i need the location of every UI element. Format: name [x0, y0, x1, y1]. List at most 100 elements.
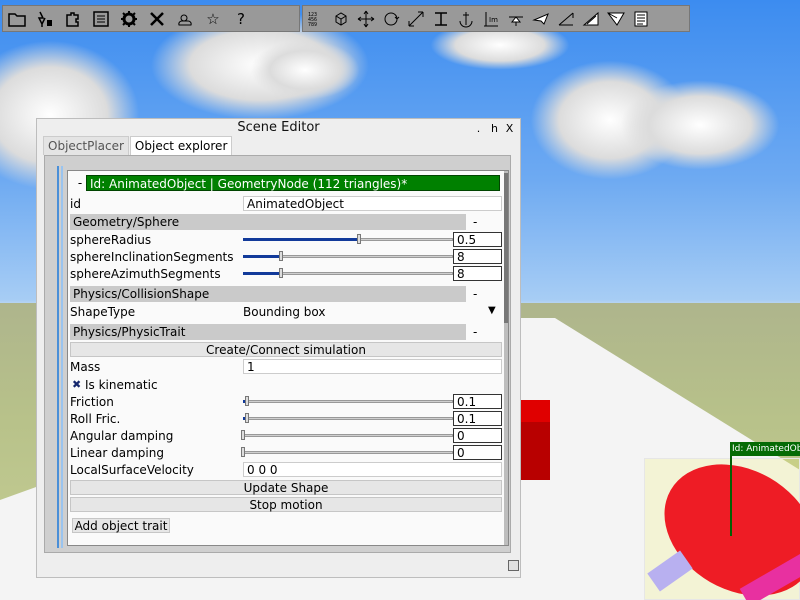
collision-section-header[interactable]: Physics/CollisionShape	[70, 286, 466, 302]
sphere-inclination-field[interactable]: 8	[453, 249, 502, 264]
surface-velocity-field[interactable]: 0 0 0	[243, 462, 502, 477]
sphere-radius-field[interactable]: 0.5	[453, 232, 502, 247]
svg-text:789: 789	[308, 22, 317, 28]
surface-velocity-label: LocalSurfaceVelocity	[70, 463, 194, 477]
chevron-down-icon[interactable]: ▼	[488, 305, 496, 316]
tree-line	[57, 166, 59, 548]
tab-bar: ObjectPlacer Object explorer	[43, 136, 233, 155]
help-icon[interactable]: ?	[227, 8, 255, 30]
ground-icon[interactable]	[428, 8, 453, 30]
minimize-button[interactable]: .	[471, 121, 486, 136]
slider-knob[interactable]	[278, 268, 283, 278]
window-title: Scene Editor	[237, 120, 320, 135]
mass-label: Mass	[70, 360, 101, 374]
slider-track	[243, 451, 453, 454]
inspector: - Id: AnimatedObject | GeometryNode (112…	[67, 170, 509, 546]
tab-object-explorer[interactable]: Object explorer	[129, 136, 233, 155]
svg-text:Im: Im	[489, 16, 498, 24]
roll-friction-slider[interactable]	[243, 413, 453, 423]
tab-object-placer[interactable]: ObjectPlacer	[43, 136, 129, 155]
scrollbar-thumb[interactable]	[504, 173, 508, 323]
notes-icon[interactable]	[628, 8, 653, 30]
friction-label: Friction	[70, 395, 114, 409]
cube-icon[interactable]	[328, 8, 353, 30]
rotate-icon[interactable]	[378, 8, 403, 30]
slider-knob[interactable]	[241, 447, 245, 457]
physic-collapse-button[interactable]: -	[473, 324, 485, 340]
linear-damping-slider[interactable]	[241, 447, 453, 457]
stop-motion-button[interactable]: Stop motion	[70, 497, 502, 512]
slider-fill	[243, 255, 281, 258]
add-object-trait-button[interactable]: Add object trait	[72, 518, 170, 533]
physic-section-header[interactable]: Physics/PhysicTrait	[70, 324, 466, 340]
slider-track	[243, 417, 453, 420]
angular-damping-field[interactable]: 0	[453, 428, 502, 443]
cloud	[250, 40, 360, 100]
slider-knob[interactable]	[245, 413, 250, 423]
roll-friction-field[interactable]: 0.1	[453, 411, 502, 426]
move-icon[interactable]	[353, 8, 378, 30]
anchor-icon[interactable]	[453, 8, 478, 30]
ramp-icon[interactable]	[553, 8, 578, 30]
explorer-panel: - Id: AnimatedObject | GeometryNode (112…	[44, 155, 511, 553]
create-simulation-button[interactable]: Create/Connect simulation	[70, 342, 502, 357]
friction-slider[interactable]	[243, 396, 453, 406]
mass-field[interactable]: 1	[243, 359, 502, 374]
resize-grip-icon[interactable]	[508, 560, 519, 571]
sphere-azimuth-field[interactable]: 8	[453, 266, 502, 281]
tools-icon[interactable]	[143, 8, 171, 30]
angular-damping-slider[interactable]	[241, 430, 453, 440]
slider-track	[243, 434, 453, 437]
numbers-icon[interactable]: 123 456 789	[303, 8, 328, 30]
collapse-button[interactable]: -	[74, 175, 86, 191]
hide-button[interactable]: h	[487, 121, 502, 136]
sphere-radius-slider[interactable]	[243, 234, 453, 244]
slider-knob[interactable]	[245, 396, 250, 406]
id-label: id	[70, 197, 81, 211]
kinematic-label: Is kinematic	[85, 378, 158, 392]
kinematic-checkbox[interactable]: ✖	[72, 378, 81, 391]
linear-damping-label: Linear damping	[70, 446, 164, 460]
scrollbar[interactable]	[504, 171, 508, 545]
geometry-section-header[interactable]: Geometry/Sphere	[70, 214, 466, 230]
sphere-inclination-slider[interactable]	[243, 251, 453, 261]
list-icon[interactable]	[87, 8, 115, 30]
scene-object-pole	[730, 456, 732, 536]
cloud	[620, 80, 780, 170]
tree-line	[61, 166, 63, 548]
weather-icon[interactable]	[171, 8, 199, 30]
roll-friction-label: Roll Fric.	[70, 412, 121, 426]
folder-icon[interactable]	[3, 8, 31, 30]
scene-editor-window[interactable]: Scene Editor . h X ObjectPlacer Object e…	[36, 118, 521, 578]
sphere-inclination-label: sphereInclinationSegments	[70, 250, 234, 264]
text-icon[interactable]: Im	[478, 8, 503, 30]
angular-damping-label: Angular damping	[70, 429, 174, 443]
star-icon[interactable]: ☆	[199, 8, 227, 30]
sphere-radius-label: sphereRadius	[70, 233, 152, 247]
object-title[interactable]: Id: AnimatedObject | GeometryNode (112 t…	[86, 175, 500, 191]
slider-knob[interactable]	[356, 234, 361, 244]
wedge-icon[interactable]	[578, 8, 603, 30]
linear-damping-field[interactable]: 0	[453, 445, 502, 460]
tree-icon[interactable]	[31, 8, 59, 30]
sphere-azimuth-label: sphereAzimuthSegments	[70, 267, 221, 281]
collision-collapse-button[interactable]: -	[473, 286, 485, 302]
puzzle-icon[interactable]	[59, 8, 87, 30]
transform-toolbar: 123 456 789 Im	[302, 5, 690, 32]
shape-type-select[interactable]: Bounding box	[243, 304, 325, 320]
slider-knob[interactable]	[241, 430, 245, 440]
id-field[interactable]: AnimatedObject	[243, 196, 502, 211]
plane-icon[interactable]	[528, 8, 553, 30]
gear-icon[interactable]	[115, 8, 143, 30]
close-button[interactable]: X	[502, 121, 517, 136]
paper-plane-icon[interactable]	[603, 8, 628, 30]
slider-fill	[243, 272, 281, 275]
slider-knob[interactable]	[278, 251, 283, 261]
update-shape-button[interactable]: Update Shape	[70, 480, 502, 495]
friction-field[interactable]: 0.1	[453, 394, 502, 409]
drop-icon[interactable]	[503, 8, 528, 30]
scale-icon[interactable]	[403, 8, 428, 30]
sphere-azimuth-slider[interactable]	[243, 268, 453, 278]
scene-object-label: Id: AnimatedObject	[730, 442, 800, 456]
geometry-collapse-button[interactable]: -	[473, 214, 485, 230]
